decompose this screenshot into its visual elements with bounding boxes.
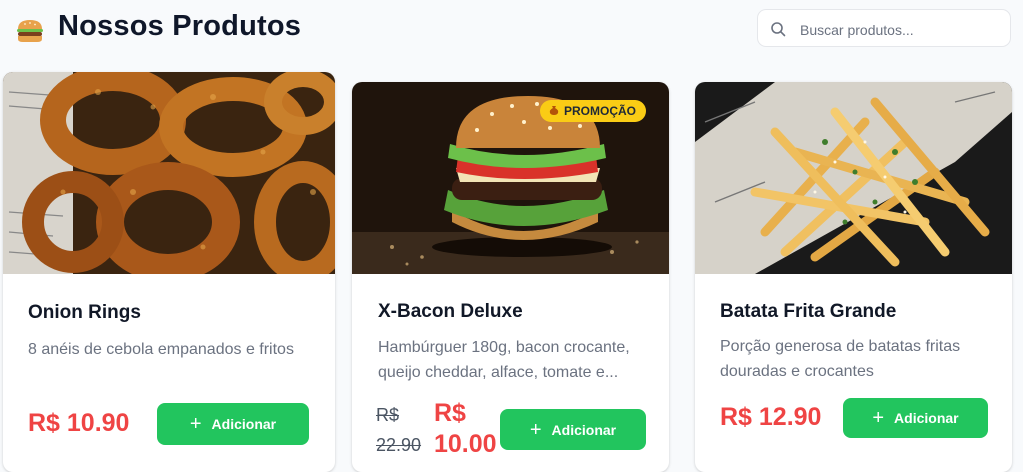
product-price: R$ 12.90 [720, 403, 822, 431]
product-card-x-bacon-deluxe: PROMOÇÃO X-Bacon Deluxe Hambúrguer 180g,… [352, 82, 669, 472]
search-input[interactable] [798, 19, 1002, 41]
french-fries-photo [695, 82, 1012, 274]
add-to-cart-button[interactable]: + Adicionar [500, 409, 646, 450]
add-button-label: Adicionar [211, 416, 277, 432]
search-box[interactable] [757, 9, 1011, 47]
product-card-onion-rings: Onion Rings 8 anéis de cebola empanados … [3, 72, 335, 472]
old-price: R$ 22.90 [376, 405, 422, 455]
plus-icon: + [529, 418, 542, 441]
add-button-label: Adicionar [551, 421, 617, 438]
product-price: R$ 10.90 [28, 409, 130, 437]
add-to-cart-button[interactable]: + Adicionar [157, 403, 309, 445]
product-name: Onion Rings [28, 302, 141, 323]
product-description: 8 anéis de cebola empanados e fritos [28, 341, 294, 358]
plus-icon: + [872, 407, 885, 429]
product-name: Batata Frita Grande [720, 301, 897, 322]
money-bag-icon [548, 104, 560, 119]
header: Nossos Produtos [0, 0, 1023, 60]
page-title: Nossos Produtos [58, 10, 302, 42]
add-button-label: Adicionar [894, 410, 959, 426]
product-card-batata-frita-grande: Batata Frita Grande Porção generosa de b… [695, 82, 1012, 472]
product-name: X-Bacon Deluxe [378, 301, 523, 322]
onion-rings-photo [3, 72, 335, 274]
burger-icon [15, 18, 45, 44]
product-description: Hambúrguer 180g, bacon crocante, queijo … [378, 339, 630, 381]
add-to-cart-button[interactable]: + Adicionar [843, 398, 988, 438]
promo-badge: PROMOÇÃO [540, 100, 646, 122]
plus-icon: + [189, 413, 202, 435]
product-price: R$ 10.00 [434, 399, 497, 458]
promo-badge-label: PROMOÇÃO [564, 104, 636, 118]
product-description: Porção generosa de batatas fritas dourad… [720, 338, 961, 380]
search-icon [770, 21, 786, 37]
